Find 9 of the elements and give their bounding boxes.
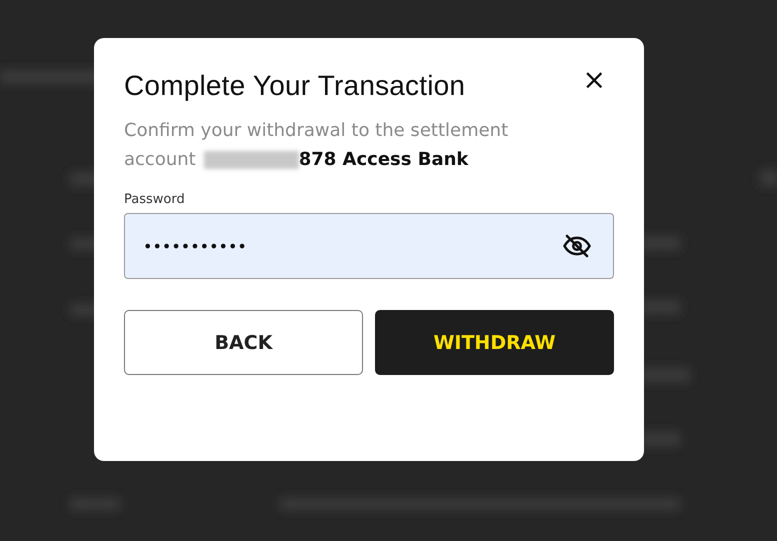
message-text: account [124, 148, 196, 172]
account-text: 878 Access Bank [298, 148, 468, 172]
password-field[interactable]: ••••••••••• [124, 213, 614, 279]
message-text: Confirm your withdrawal to the settlement [124, 120, 508, 141]
back-button[interactable]: BACK [124, 310, 363, 375]
dialog-title: Complete Your Transaction [124, 69, 466, 103]
withdraw-button[interactable]: WITHDRAW [375, 310, 614, 375]
field-label: Password [124, 192, 186, 207]
close-button[interactable]: × [582, 66, 606, 94]
